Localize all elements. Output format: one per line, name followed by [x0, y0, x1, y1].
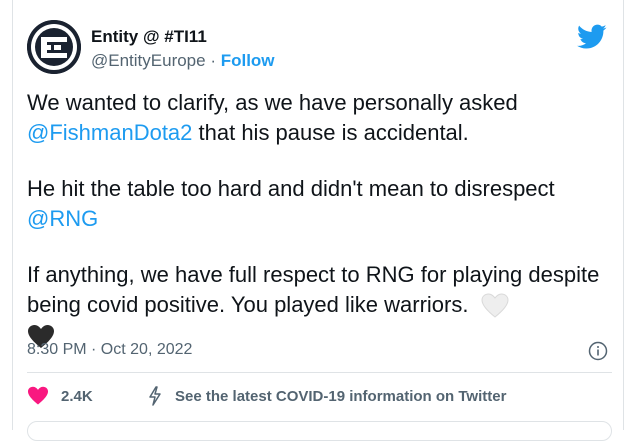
- tweet-header: Entity @ #TI11 @EntityEurope · Follow: [27, 20, 607, 80]
- follow-button[interactable]: Follow: [221, 51, 275, 70]
- tweet-meta: 8:30 PM · Oct 20, 2022: [27, 341, 612, 365]
- like-button[interactable]: 2.4K: [27, 386, 93, 406]
- tweet-text-3: If anything, we have full respect to RNG…: [27, 262, 600, 317]
- mention-fishman[interactable]: @FishmanDota2: [27, 120, 192, 145]
- lightning-icon: [149, 386, 161, 406]
- avatar[interactable]: [27, 20, 81, 74]
- timestamp[interactable]: 8:30 PM · Oct 20, 2022: [27, 341, 192, 358]
- covid-info-label: See the latest COVID-19 information on T…: [175, 387, 507, 405]
- info-icon[interactable]: [588, 341, 608, 361]
- tweet-body: We wanted to clarify, as we have persona…: [27, 88, 612, 350]
- twitter-bird-icon[interactable]: [577, 24, 607, 50]
- covid-info-link[interactable]: See the latest COVID-19 information on T…: [147, 386, 506, 406]
- handle[interactable]: @EntityEurope: [91, 51, 206, 70]
- tweet-text-2: He hit the table too hard and didn't mea…: [27, 176, 555, 201]
- heart-icon: [28, 386, 48, 405]
- tweet-text-1: We wanted to clarify, as we have persona…: [27, 90, 518, 115]
- tweet-paragraph-1: We wanted to clarify, as we have persona…: [27, 88, 612, 148]
- tweet-paragraph-3: If anything, we have full respect to RNG…: [27, 260, 612, 350]
- tweet-card: Entity @ #TI11 @EntityEurope · Follow We…: [12, 0, 624, 441]
- like-count: 2.4K: [61, 387, 93, 405]
- account-names: Entity @ #TI11 @EntityEurope · Follow: [91, 27, 275, 71]
- white-heart-icon: [481, 293, 509, 318]
- divider: [27, 372, 612, 373]
- tweet-paragraph-2: He hit the table too hard and didn't mea…: [27, 174, 612, 234]
- entity-logo-icon: [27, 20, 81, 74]
- separator: ·: [205, 51, 221, 70]
- mention-rng[interactable]: @RNG: [27, 206, 98, 231]
- read-replies-button[interactable]: [27, 421, 612, 441]
- display-name[interactable]: Entity @ #TI11: [91, 27, 275, 47]
- tweet-text-1b: that his pause is accidental.: [192, 120, 469, 145]
- handle-row: @EntityEurope · Follow: [91, 51, 275, 71]
- tweet-actions: 2.4K See the latest COVID-19 information…: [27, 384, 612, 410]
